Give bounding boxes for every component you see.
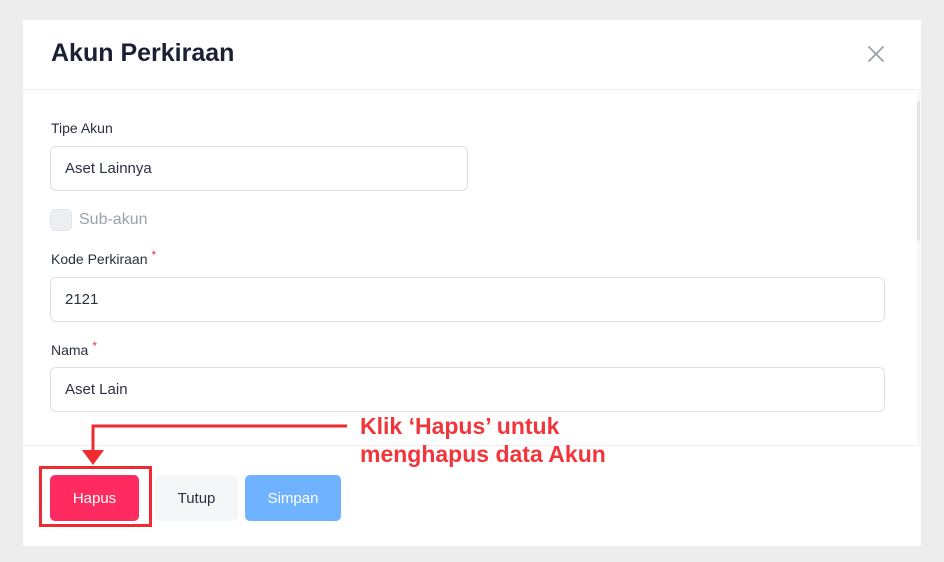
annotation-text: Klik ‘Hapus’ untuk menghapus data Akun: [360, 412, 606, 468]
annotation-line-1: Klik ‘Hapus’ untuk: [360, 413, 560, 439]
annotation-arrow: [82, 424, 347, 465]
annotation-line-2: menghapus data Akun: [360, 441, 606, 467]
